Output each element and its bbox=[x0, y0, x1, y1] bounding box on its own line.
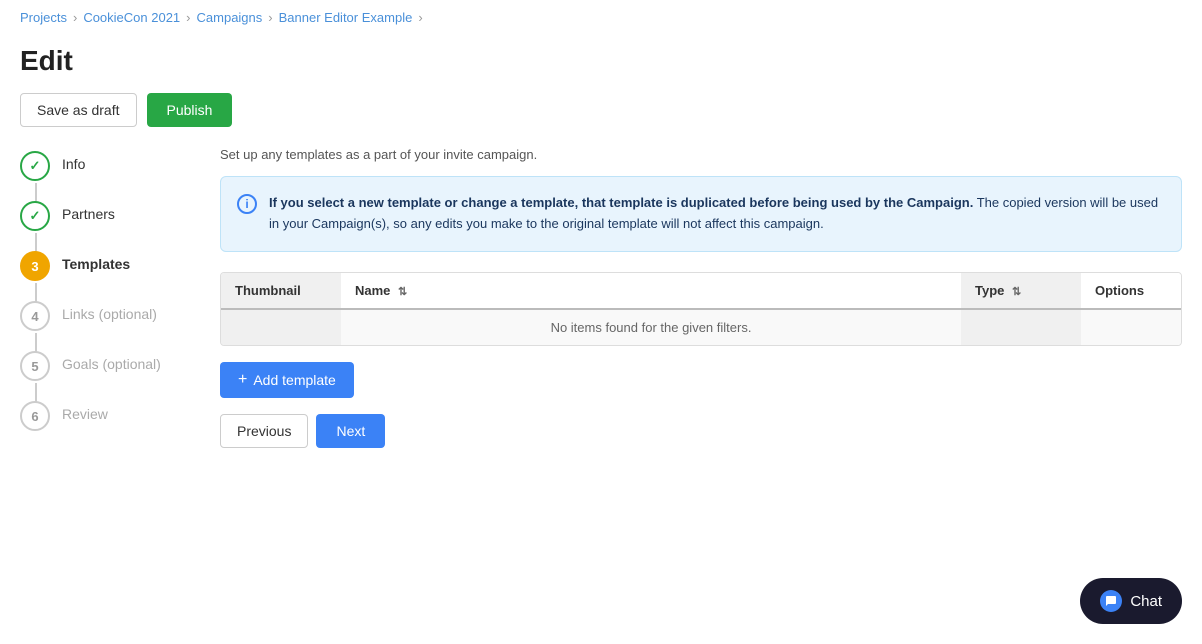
step-label-links: Links (optional) bbox=[62, 301, 157, 322]
empty-options-cell bbox=[1081, 309, 1181, 345]
step-review: 6 Review bbox=[20, 401, 200, 431]
breadcrumb-sep-3: › bbox=[268, 10, 272, 25]
step-circle-goals: 5 bbox=[20, 351, 50, 381]
step-links: 4 Links (optional) bbox=[20, 301, 200, 351]
breadcrumb-cookiecon[interactable]: CookieCon 2021 bbox=[83, 10, 180, 25]
plus-icon: + bbox=[238, 371, 247, 389]
breadcrumb-current: Banner Editor Example bbox=[279, 10, 413, 25]
chat-button[interactable]: Chat bbox=[1080, 578, 1182, 624]
col-name: Name ⇅ bbox=[341, 273, 961, 309]
layout: ✓ Info ✓ Partners 3 Templates 4 Li bbox=[0, 147, 1202, 448]
col-thumbnail: Thumbnail bbox=[221, 273, 341, 309]
info-icon: i bbox=[237, 194, 257, 214]
breadcrumb: Projects › CookieCon 2021 › Campaigns › … bbox=[0, 0, 1202, 35]
page-title: Edit bbox=[0, 35, 1202, 93]
sort-name-icon[interactable]: ⇅ bbox=[398, 285, 407, 298]
step-label-templates: Templates bbox=[62, 251, 130, 272]
step-label-review: Review bbox=[62, 401, 108, 422]
step-circle-review: 6 bbox=[20, 401, 50, 431]
add-template-button[interactable]: + Add template bbox=[220, 362, 354, 398]
step-goals: 5 Goals (optional) bbox=[20, 351, 200, 401]
templates-table: Thumbnail Name ⇅ Type ⇅ Options bbox=[220, 272, 1182, 346]
step-number-goals: 5 bbox=[31, 359, 38, 374]
breadcrumb-sep-1: › bbox=[73, 10, 77, 25]
save-draft-button[interactable]: Save as draft bbox=[20, 93, 137, 127]
empty-message-cell: No items found for the given filters. bbox=[341, 309, 961, 345]
previous-button[interactable]: Previous bbox=[220, 414, 308, 448]
breadcrumb-sep-4: › bbox=[418, 10, 422, 25]
step-circle-partners: ✓ bbox=[20, 201, 50, 231]
stepper: ✓ Info ✓ Partners 3 Templates 4 Li bbox=[20, 147, 200, 448]
chat-icon bbox=[1100, 590, 1122, 612]
step-circle-templates: 3 bbox=[20, 251, 50, 281]
next-button[interactable]: Next bbox=[316, 414, 385, 448]
step-info: ✓ Info bbox=[20, 151, 200, 201]
step-circle-info: ✓ bbox=[20, 151, 50, 181]
add-template-label: Add template bbox=[253, 372, 336, 388]
step-number-templates: 3 bbox=[31, 259, 38, 274]
check-icon-2: ✓ bbox=[30, 208, 41, 224]
step-number-links: 4 bbox=[31, 309, 38, 324]
nav-buttons: Previous Next bbox=[220, 414, 1182, 448]
breadcrumb-campaigns[interactable]: Campaigns bbox=[197, 10, 263, 25]
step-label-goals: Goals (optional) bbox=[62, 351, 161, 372]
info-box: i If you select a new template or change… bbox=[220, 176, 1182, 252]
publish-button[interactable]: Publish bbox=[147, 93, 233, 127]
step-label-partners: Partners bbox=[62, 201, 115, 222]
toolbar: Save as draft Publish bbox=[0, 93, 1202, 147]
empty-thumb-cell bbox=[221, 309, 341, 345]
info-box-text: If you select a new template or change a… bbox=[269, 193, 1165, 235]
step-label-info: Info bbox=[62, 151, 85, 172]
empty-type-cell bbox=[961, 309, 1081, 345]
chat-label: Chat bbox=[1130, 593, 1162, 610]
col-type: Type ⇅ bbox=[961, 273, 1081, 309]
breadcrumb-sep-2: › bbox=[186, 10, 190, 25]
breadcrumb-projects[interactable]: Projects bbox=[20, 10, 67, 25]
sort-type-icon[interactable]: ⇅ bbox=[1012, 285, 1021, 298]
step-number-review: 6 bbox=[31, 409, 38, 424]
step-circle-links: 4 bbox=[20, 301, 50, 331]
step-partners: ✓ Partners bbox=[20, 201, 200, 251]
col-options: Options bbox=[1081, 273, 1181, 309]
intro-text: Set up any templates as a part of your i… bbox=[220, 147, 1182, 162]
check-icon: ✓ bbox=[30, 158, 41, 174]
main-content: Set up any templates as a part of your i… bbox=[220, 147, 1182, 448]
step-templates: 3 Templates bbox=[20, 251, 200, 301]
